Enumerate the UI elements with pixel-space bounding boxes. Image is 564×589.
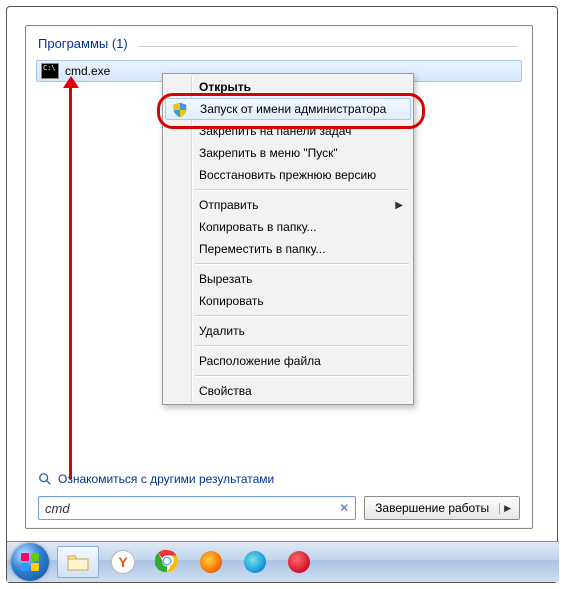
clear-search-icon[interactable]: ✕ (337, 501, 351, 515)
context-menu-separator (195, 375, 409, 377)
cm-cut-label: Вырезать (199, 272, 252, 286)
submenu-chevron-icon: ▶ (395, 200, 403, 211)
cm-copy-label: Копировать (199, 294, 264, 308)
cm-run-as-admin-label: Запуск от имени администратора (200, 102, 386, 116)
cm-pin-start[interactable]: Закрепить в меню "Пуск" (165, 142, 411, 164)
cm-file-location[interactable]: Расположение файла (165, 350, 411, 372)
cm-delete-label: Удалить (199, 324, 245, 338)
cmd-exe-icon (41, 63, 59, 79)
cm-copy-to-label: Копировать в папку... (199, 220, 317, 234)
taskbar: Y (7, 541, 559, 582)
opera-icon (288, 551, 310, 573)
edge-icon (244, 551, 266, 573)
taskbar-firefox[interactable] (191, 547, 231, 577)
firefox-icon (200, 551, 222, 573)
cm-properties[interactable]: Свойства (165, 380, 411, 402)
cm-open[interactable]: Открыть (165, 76, 411, 98)
cm-restore-previous-label: Восстановить прежнюю версию (199, 168, 376, 182)
annotation-arrow-line (69, 84, 72, 479)
windows-logo-icon (19, 551, 41, 573)
context-menu-separator (195, 189, 409, 191)
cm-cut[interactable]: Вырезать (165, 268, 411, 290)
cm-restore-previous[interactable]: Восстановить прежнюю версию (165, 164, 411, 186)
results-group-header: Программы (1) (38, 36, 518, 56)
cm-run-as-admin[interactable]: Запуск от имени администратора (165, 98, 411, 120)
cm-send-to[interactable]: Отправить ▶ (165, 194, 411, 216)
shutdown-label: Завершение работы (375, 501, 489, 515)
cm-copy[interactable]: Копировать (165, 290, 411, 312)
annotation-arrow-head (63, 76, 79, 88)
folder-icon (66, 552, 90, 572)
taskbar-opera[interactable] (279, 547, 319, 577)
cm-pin-taskbar-label: Закрепить на панели задач (199, 124, 351, 138)
context-menu-separator (195, 315, 409, 317)
taskbar-edge[interactable] (235, 547, 275, 577)
context-menu: Открыть Запуск от имени администратора З… (162, 73, 414, 405)
cm-file-location-label: Расположение файла (199, 354, 321, 368)
context-menu-separator (195, 345, 409, 347)
start-button[interactable] (11, 543, 49, 581)
results-group-title: Программы (1) (38, 36, 128, 51)
shutdown-button[interactable]: Завершение работы ▶ (364, 496, 520, 520)
more-results-link[interactable]: Ознакомиться с другими результатами (38, 472, 274, 486)
cm-pin-taskbar[interactable]: Закрепить на панели задач (165, 120, 411, 142)
taskbar-yandex[interactable]: Y (103, 547, 143, 577)
more-results-label: Ознакомиться с другими результатами (58, 472, 274, 486)
cm-properties-label: Свойства (199, 384, 252, 398)
search-input[interactable] (43, 500, 337, 517)
context-menu-separator (195, 263, 409, 265)
uac-shield-icon (172, 102, 188, 118)
cm-delete[interactable]: Удалить (165, 320, 411, 342)
cm-send-to-label: Отправить (199, 198, 259, 212)
screenshot-frame: Программы (1) cmd.exe Ознакомиться с дру… (6, 6, 558, 583)
cm-move-to-label: Переместить в папку... (199, 242, 325, 256)
cm-open-label: Открыть (199, 80, 251, 94)
cm-move-to-folder[interactable]: Переместить в папку... (165, 238, 411, 260)
shutdown-menu-chevron-icon[interactable]: ▶ (499, 503, 515, 514)
header-separator (138, 46, 518, 47)
search-icon (38, 472, 52, 486)
cm-pin-start-label: Закрепить в меню "Пуск" (199, 146, 338, 160)
yandex-icon: Y (111, 550, 135, 574)
chrome-icon (155, 549, 179, 576)
taskbar-chrome[interactable] (147, 547, 187, 577)
start-menu-bottom-row: ✕ Завершение работы ▶ (38, 496, 520, 520)
search-box[interactable]: ✕ (38, 496, 356, 520)
taskbar-explorer[interactable] (57, 546, 99, 578)
cm-copy-to-folder[interactable]: Копировать в папку... (165, 216, 411, 238)
